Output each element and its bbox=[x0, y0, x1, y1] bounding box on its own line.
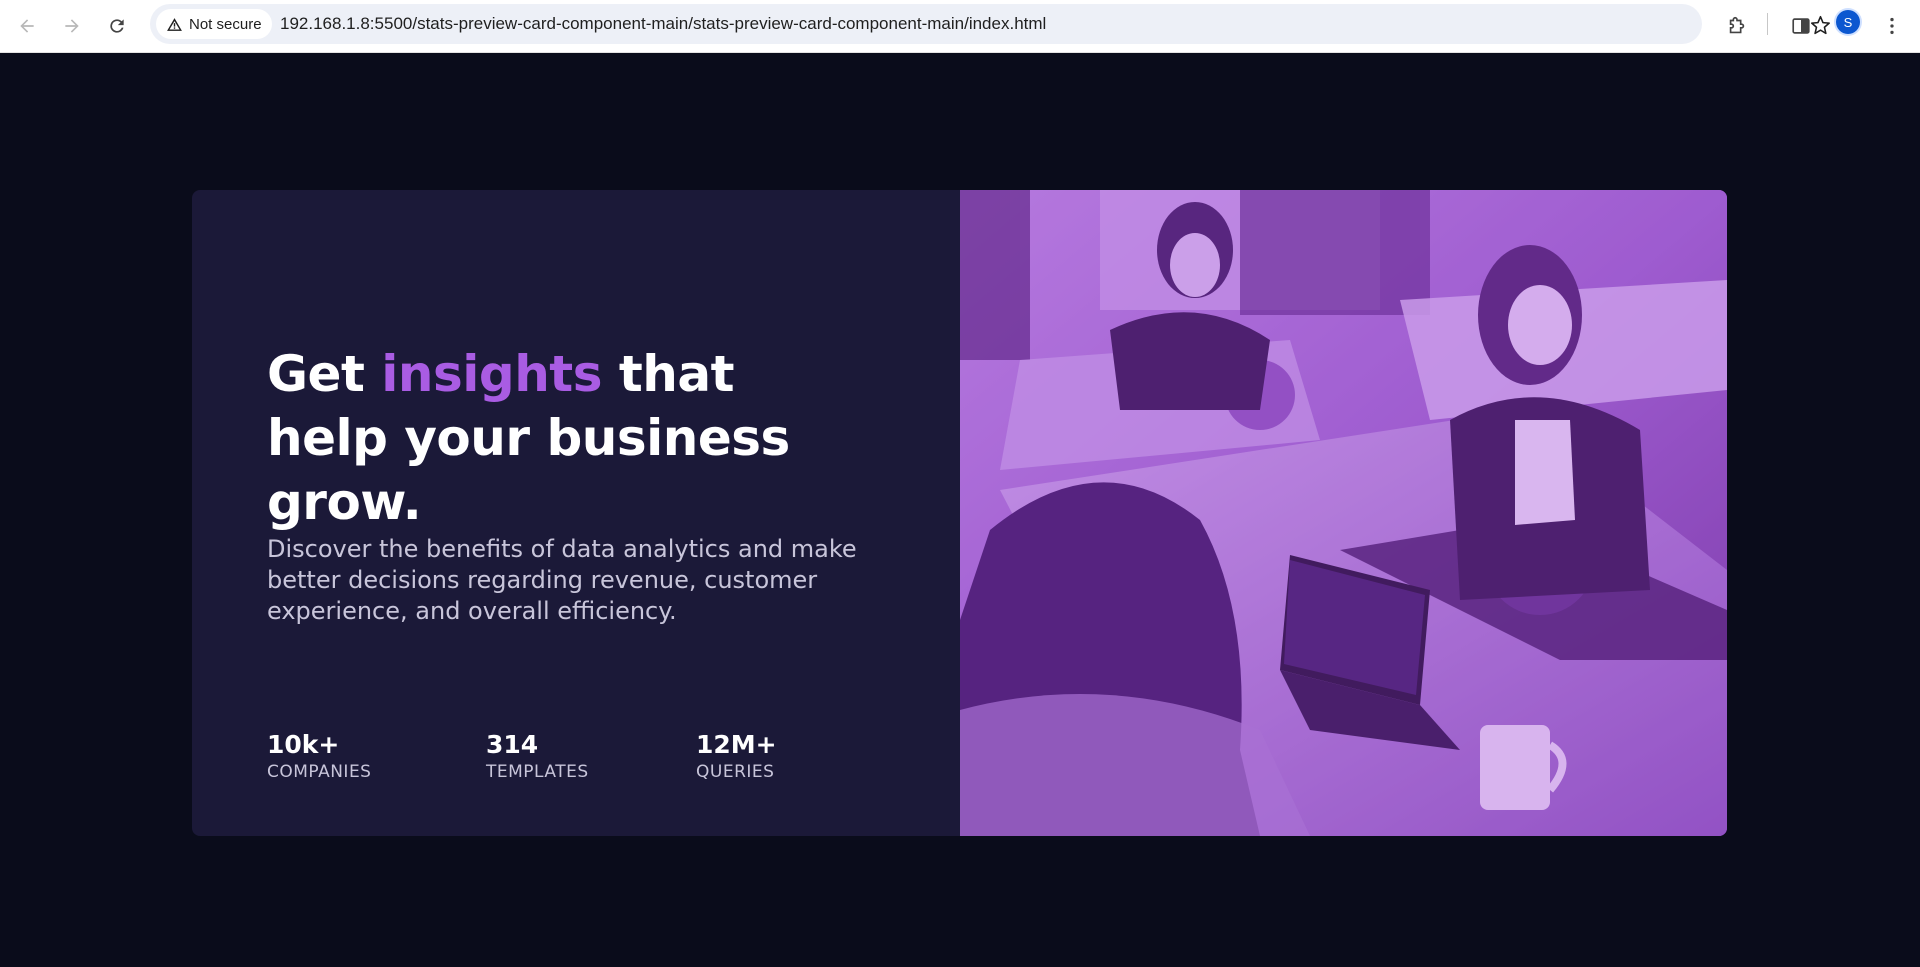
reload-icon bbox=[110, 19, 124, 33]
stat-label: TEMPLATES bbox=[486, 762, 589, 782]
kebab-menu-icon bbox=[1890, 17, 1894, 35]
stat-queries: 12M+ QUERIES bbox=[696, 730, 777, 784]
stat-companies: 10k+ COMPANIES bbox=[267, 730, 371, 784]
profile-initial: S bbox=[1843, 14, 1853, 30]
stat-label: QUERIES bbox=[696, 762, 775, 782]
stat-value: 12M+ bbox=[696, 730, 777, 759]
headline-text-start: Get bbox=[267, 345, 382, 403]
stats-preview-card: Get insights that help your business gro… bbox=[192, 190, 1727, 836]
office-photo bbox=[960, 190, 1727, 836]
office-photo-illustration bbox=[960, 190, 1727, 836]
security-label: Not secure bbox=[189, 15, 262, 33]
headline-accent: insights bbox=[381, 345, 602, 403]
card-content: Get insights that help your business gro… bbox=[192, 190, 960, 836]
address-bar[interactable]: Not secure 192.168.1.8:5500/stats-previe… bbox=[150, 4, 1830, 44]
card-headline: Get insights that help your business gro… bbox=[267, 342, 867, 534]
toolbar-divider bbox=[1767, 13, 1768, 35]
side-panel-button[interactable] bbox=[1784, 9, 1818, 43]
stat-label: COMPANIES bbox=[267, 762, 372, 782]
menu-button[interactable] bbox=[1875, 9, 1909, 43]
security-indicator[interactable]: Not secure bbox=[156, 9, 272, 39]
browser-toolbar: Not secure 192.168.1.8:5500/stats-previe… bbox=[0, 0, 1920, 53]
url-text[interactable]: 192.168.1.8:5500/stats-preview-card-comp… bbox=[280, 4, 1046, 44]
extensions-button[interactable] bbox=[1720, 9, 1754, 43]
stats-list: 10k+ COMPANIES 314 TEMPLATES 12M+ QUERIE… bbox=[267, 730, 887, 800]
reload-button[interactable] bbox=[100, 9, 134, 43]
arrow-left-icon bbox=[20, 19, 34, 33]
puzzle-icon bbox=[1729, 16, 1745, 34]
stat-value: 314 bbox=[486, 730, 539, 759]
warning-icon bbox=[167, 17, 182, 31]
side-panel-icon bbox=[1792, 18, 1810, 34]
forward-button[interactable] bbox=[55, 9, 89, 43]
arrow-right-icon bbox=[65, 19, 79, 33]
card-description: Discover the benefits of data analytics … bbox=[267, 535, 857, 625]
stat-templates: 314 TEMPLATES bbox=[486, 730, 589, 784]
profile-avatar[interactable]: S bbox=[1836, 10, 1860, 34]
stat-value: 10k+ bbox=[267, 730, 340, 759]
back-button[interactable] bbox=[10, 9, 44, 43]
